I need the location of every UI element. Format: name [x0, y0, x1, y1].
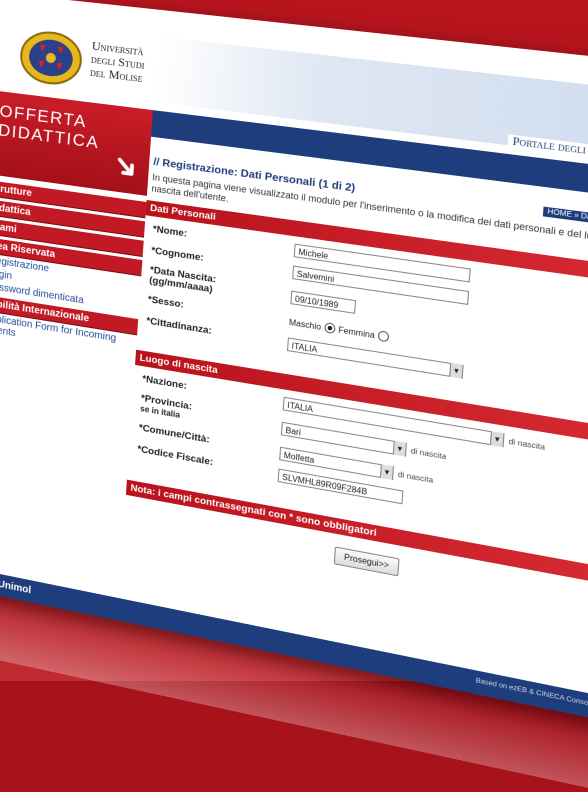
provincia-hint: di nascita	[411, 445, 447, 461]
university-name: Università degli Studi del Molise	[90, 39, 146, 85]
data-nascita-input[interactable]: 09/10/1989	[290, 290, 356, 313]
maschio-radio[interactable]	[324, 322, 336, 334]
arrow-down-right-icon: ➜	[104, 146, 148, 188]
femmina-radio[interactable]	[378, 330, 390, 342]
comune-hint: di nascita	[398, 469, 434, 485]
femmina-label: Femmina	[338, 325, 375, 340]
web-page: Università degli Studi del Molise OFFERT…	[0, 0, 588, 723]
prosegui-button[interactable]: Prosegui>>	[334, 546, 400, 576]
perspective-stage: Università degli Studi del Molise OFFERT…	[0, 0, 588, 766]
maschio-label: Maschio	[289, 317, 322, 331]
nazione-hint: di nascita	[508, 436, 545, 452]
unimol-logo	[17, 27, 84, 89]
